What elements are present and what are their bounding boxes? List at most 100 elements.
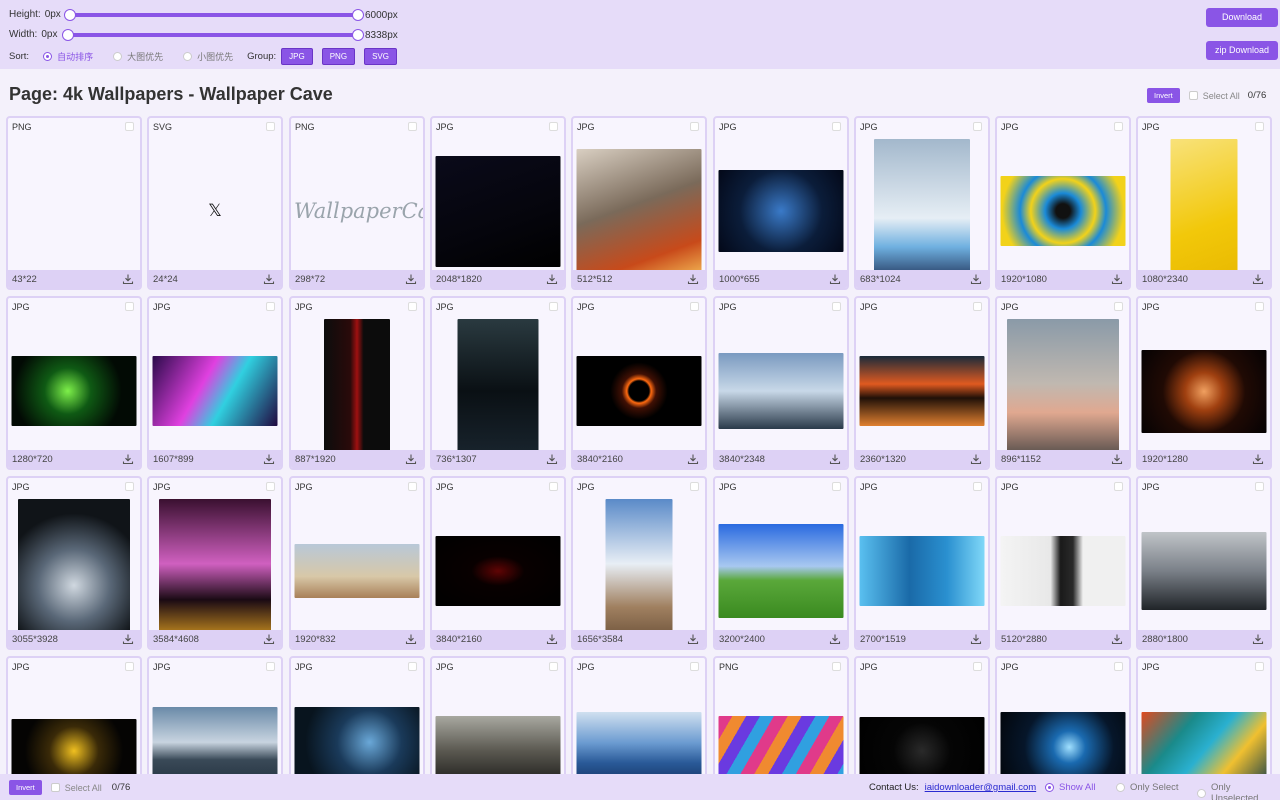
- image-thumbnail[interactable]: WallpaperCave: [294, 196, 423, 226]
- image-thumbnail[interactable]: [1141, 349, 1267, 433]
- image-card[interactable]: JPG 3840*2348: [713, 296, 849, 470]
- image-select-checkbox[interactable]: [266, 482, 275, 491]
- image-select-checkbox[interactable]: [1114, 122, 1123, 131]
- image-thumbnail[interactable]: [1141, 532, 1267, 610]
- image-card[interactable]: JPG 3840*2160: [430, 476, 566, 650]
- image-select-checkbox[interactable]: [690, 122, 699, 131]
- image-select-checkbox[interactable]: [973, 482, 982, 491]
- download-icon[interactable]: [829, 273, 841, 285]
- image-thumbnail[interactable]: [1007, 319, 1119, 463]
- image-select-checkbox[interactable]: [832, 302, 841, 311]
- download-icon[interactable]: [263, 633, 275, 645]
- image-thumbnail[interactable]: [457, 319, 539, 463]
- image-select-checkbox[interactable]: [690, 302, 699, 311]
- image-select-checkbox[interactable]: [1255, 302, 1264, 311]
- image-select-checkbox[interactable]: [1255, 482, 1264, 491]
- invert-button[interactable]: Invert: [1147, 88, 1180, 103]
- image-thumbnail[interactable]: [718, 524, 844, 618]
- width-min-handle[interactable]: [62, 29, 74, 41]
- height-slider[interactable]: [64, 9, 364, 21]
- download-icon[interactable]: [970, 273, 982, 285]
- download-icon[interactable]: [1252, 453, 1264, 465]
- download-icon[interactable]: [405, 453, 417, 465]
- download-button[interactable]: Download: [1206, 8, 1278, 27]
- image-select-checkbox[interactable]: [832, 482, 841, 491]
- image-select-checkbox[interactable]: [266, 302, 275, 311]
- image-thumbnail[interactable]: [718, 170, 844, 252]
- image-select-checkbox[interactable]: [266, 662, 275, 671]
- bottom-select-all-checkbox[interactable]: [50, 783, 60, 792]
- image-thumbnail[interactable]: [435, 716, 561, 774]
- height-max-handle[interactable]: [352, 9, 364, 21]
- image-card[interactable]: JPG: [1136, 656, 1272, 774]
- image-card[interactable]: JPG: [6, 656, 142, 774]
- image-card[interactable]: JPG 736*1307: [430, 296, 566, 470]
- image-select-checkbox[interactable]: [1255, 662, 1264, 671]
- image-thumbnail[interactable]: [605, 499, 673, 643]
- image-card[interactable]: JPG 1920*1080: [995, 116, 1131, 290]
- download-icon[interactable]: [546, 273, 558, 285]
- image-thumbnail[interactable]: [294, 707, 420, 774]
- download-icon[interactable]: [829, 453, 841, 465]
- width-max-handle[interactable]: [352, 29, 364, 41]
- group-tag-png[interactable]: PNG: [321, 48, 356, 65]
- image-card[interactable]: JPG 2700*1519: [854, 476, 990, 650]
- image-thumbnail[interactable]: 𝕏: [205, 201, 225, 221]
- image-select-checkbox[interactable]: [1114, 662, 1123, 671]
- image-card[interactable]: JPG 1080*2340: [1136, 116, 1272, 290]
- image-card[interactable]: JPG 887*1920: [289, 296, 425, 470]
- download-icon[interactable]: [1111, 273, 1123, 285]
- image-thumbnail[interactable]: [874, 139, 970, 283]
- download-icon[interactable]: [546, 453, 558, 465]
- image-thumbnail[interactable]: [1000, 176, 1126, 246]
- download-icon[interactable]: [122, 453, 134, 465]
- image-card[interactable]: JPG 1920*832: [289, 476, 425, 650]
- image-thumbnail[interactable]: [859, 356, 985, 426]
- image-thumbnail[interactable]: [435, 155, 561, 267]
- download-icon[interactable]: [687, 453, 699, 465]
- image-card[interactable]: JPG: [571, 656, 707, 774]
- download-icon[interactable]: [687, 633, 699, 645]
- image-thumbnail[interactable]: [152, 356, 278, 426]
- sort-option-small-first[interactable]: 小图优先: [183, 50, 233, 63]
- image-select-checkbox[interactable]: [408, 122, 417, 131]
- download-icon[interactable]: [970, 633, 982, 645]
- image-select-checkbox[interactable]: [549, 302, 558, 311]
- image-card[interactable]: JPG 2048*1820: [430, 116, 566, 290]
- image-thumbnail[interactable]: [859, 536, 985, 606]
- image-card[interactable]: JPG: [854, 656, 990, 774]
- image-thumbnail[interactable]: [1000, 712, 1126, 774]
- download-icon[interactable]: [122, 633, 134, 645]
- sort-option-auto[interactable]: 自动排序: [43, 50, 93, 63]
- image-thumbnail[interactable]: [1141, 712, 1267, 774]
- image-thumbnail[interactable]: [18, 499, 130, 643]
- image-card[interactable]: JPG 896*1152: [995, 296, 1131, 470]
- filter-only-unselected[interactable]: Only Unselected: [1197, 782, 1280, 800]
- image-select-checkbox[interactable]: [549, 662, 558, 671]
- download-icon[interactable]: [687, 273, 699, 285]
- download-icon[interactable]: [405, 633, 417, 645]
- image-card[interactable]: PNG 43*22: [6, 116, 142, 290]
- image-card[interactable]: SVG 𝕏 24*24: [147, 116, 283, 290]
- image-select-checkbox[interactable]: [408, 662, 417, 671]
- image-card[interactable]: JPG 1280*720: [6, 296, 142, 470]
- select-all-checkbox[interactable]: [1188, 91, 1198, 100]
- contact-email-link[interactable]: iaidownloader@gmail.com: [925, 782, 1037, 793]
- download-icon[interactable]: [405, 273, 417, 285]
- image-card[interactable]: JPG 3200*2400: [713, 476, 849, 650]
- image-select-checkbox[interactable]: [125, 662, 134, 671]
- image-thumbnail[interactable]: [859, 717, 985, 774]
- image-select-checkbox[interactable]: [125, 122, 134, 131]
- download-icon[interactable]: [263, 273, 275, 285]
- image-card[interactable]: JPG 1607*899: [147, 296, 283, 470]
- image-thumbnail[interactable]: [576, 356, 702, 426]
- image-thumbnail[interactable]: [718, 716, 844, 774]
- image-select-checkbox[interactable]: [1114, 302, 1123, 311]
- image-card[interactable]: JPG 512*512: [571, 116, 707, 290]
- image-card[interactable]: PNG: [713, 656, 849, 774]
- download-icon[interactable]: [1252, 633, 1264, 645]
- image-select-checkbox[interactable]: [690, 482, 699, 491]
- image-card[interactable]: JPG 3055*3928: [6, 476, 142, 650]
- image-card[interactable]: JPG: [430, 656, 566, 774]
- image-select-checkbox[interactable]: [832, 662, 841, 671]
